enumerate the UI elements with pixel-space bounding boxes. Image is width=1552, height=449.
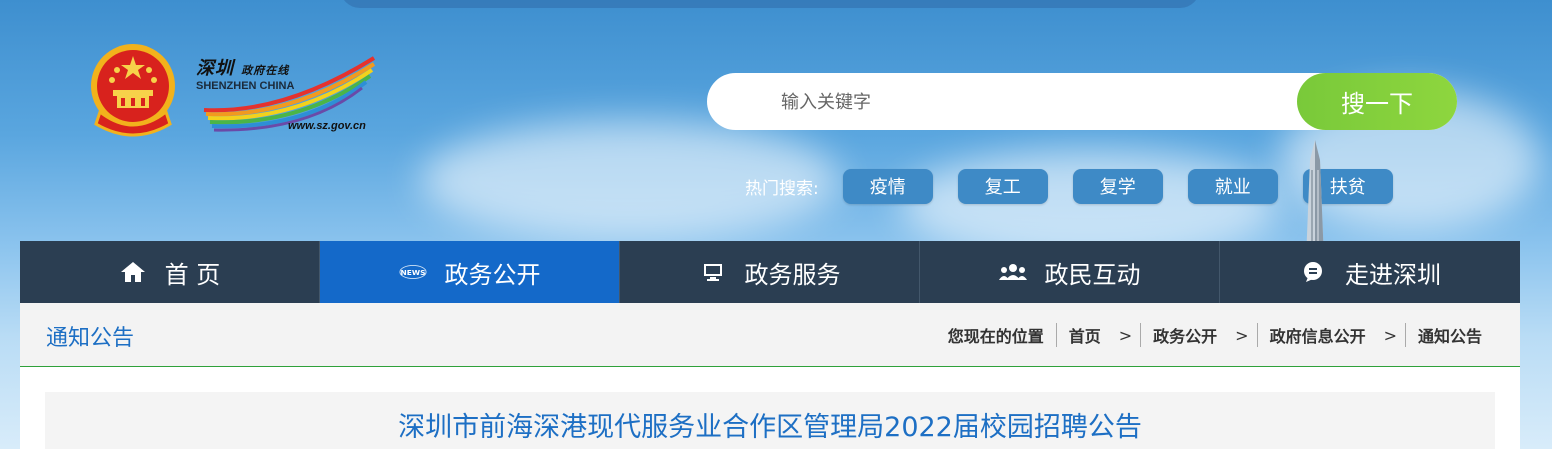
- shenzhen-brand-logo[interactable]: 深圳 政府在线 SHENZHEN CHINA www.sz.gov.cn: [194, 52, 384, 138]
- breadcrumb-arrow: >: [1118, 325, 1133, 345]
- svg-text:NEWS: NEWS: [400, 268, 425, 277]
- nav-label: 首 页: [164, 260, 221, 289]
- breadcrumb-divider: [1404, 323, 1406, 347]
- section-title: 通知公告: [46, 326, 135, 351]
- breadcrumb-prefix: 您现在的位置: [947, 327, 1044, 346]
- nav-item-home[interactable]: 首 页: [20, 241, 320, 303]
- breadcrumb-divider: [1055, 323, 1057, 347]
- nav-label: 政务服务: [744, 260, 841, 289]
- main-nav: 首 页 NEWS 政务公开 政务服务 政民互动 走进深圳: [20, 241, 1520, 303]
- hot-tag-resume-school[interactable]: 复学: [1072, 168, 1163, 204]
- brand-english-text: SHENZHEN CHINA: [196, 80, 295, 92]
- breadcrumb-divider: [1256, 323, 1258, 347]
- nav-label: 政民互动: [1044, 260, 1141, 289]
- article-header: 深圳市前海深港现代服务业合作区管理局2022届校园招聘公告: [45, 392, 1495, 449]
- nav-label: 走进深圳: [1345, 260, 1441, 289]
- nav-item-public-interaction[interactable]: 政民互动: [920, 241, 1220, 303]
- hot-search-label: 热门搜索:: [745, 178, 819, 199]
- hot-tag-resume-work[interactable]: 复工: [957, 168, 1048, 204]
- home-icon: [119, 260, 147, 284]
- search-button[interactable]: 搜一下: [1297, 73, 1457, 130]
- news-icon: NEWS: [398, 260, 427, 284]
- top-strip: [340, 0, 1200, 8]
- monitor-icon: [699, 260, 727, 284]
- breadcrumb: 您现在的位置 首页 > 政务公开 > 政府信息公开 > 通知公告: [948, 323, 1482, 347]
- content-area: 深圳市前海深港现代服务业合作区管理局2022届校园招聘公告: [20, 367, 1520, 449]
- nav-label: 政务公开: [444, 260, 541, 289]
- search-input[interactable]: [779, 85, 1283, 119]
- chat-icon: [1299, 260, 1327, 284]
- search-box: 搜一下: [707, 73, 1457, 130]
- breadcrumb-arrow: >: [1235, 325, 1249, 345]
- breadcrumb-link-government-info[interactable]: 政府信息公开: [1270, 323, 1366, 347]
- breadcrumb-bar: 通知公告 您现在的位置 首页 > 政务公开 > 政府信息公开 > 通知公告: [20, 303, 1520, 367]
- breadcrumb-link-government-affairs[interactable]: 政务公开: [1153, 323, 1217, 347]
- hot-tag-employment[interactable]: 就业: [1187, 168, 1278, 204]
- breadcrumb-arrow: >: [1383, 325, 1397, 345]
- nav-item-government-services[interactable]: 政务服务: [620, 241, 920, 303]
- brand-chinese-text: 深圳 政府在线: [196, 58, 290, 79]
- hot-tag-epidemic[interactable]: 疫情: [842, 168, 933, 204]
- breadcrumb-link-home[interactable]: 首页: [1069, 323, 1101, 347]
- breadcrumb-link-notices[interactable]: 通知公告: [1418, 323, 1482, 347]
- breadcrumb-divider: [1140, 323, 1142, 347]
- article-title: 深圳市前海深港现代服务业合作区管理局2022届校园招聘公告: [398, 412, 1142, 443]
- nav-item-government-affairs[interactable]: NEWS 政务公开: [320, 241, 620, 303]
- national-emblem-logo[interactable]: [86, 42, 180, 138]
- people-icon: [998, 260, 1027, 284]
- brand-url-text: www.sz.gov.cn: [288, 120, 366, 132]
- nav-item-explore-shenzhen[interactable]: 走进深圳: [1220, 241, 1520, 303]
